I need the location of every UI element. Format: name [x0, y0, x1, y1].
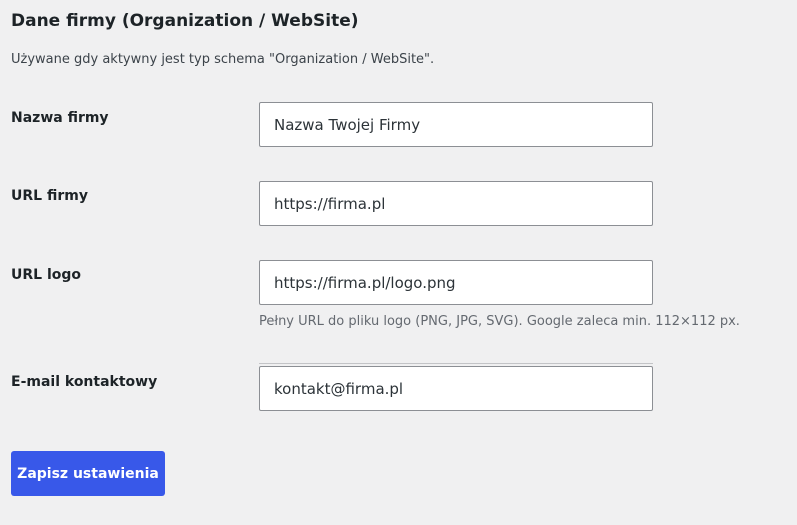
logo-url-label: URL logo [11, 267, 81, 283]
company-url-label: URL firmy [11, 188, 88, 204]
company-name-input[interactable] [259, 102, 653, 147]
contact-email-label: E-mail kontaktowy [11, 374, 158, 390]
section-description: Używane gdy aktywny jest typ schema "Org… [11, 52, 435, 67]
field-divider [259, 363, 653, 364]
save-settings-button[interactable]: Zapisz ustawienia [11, 451, 165, 496]
contact-email-input[interactable] [259, 366, 653, 411]
company-name-label: Nazwa firmy [11, 110, 109, 126]
logo-url-input[interactable] [259, 260, 653, 305]
section-title: Dane firmy (Organization / WebSite) [11, 11, 359, 31]
company-url-input[interactable] [259, 181, 653, 226]
logo-url-help-text: Pełny URL do pliku logo (PNG, JPG, SVG).… [259, 314, 740, 329]
